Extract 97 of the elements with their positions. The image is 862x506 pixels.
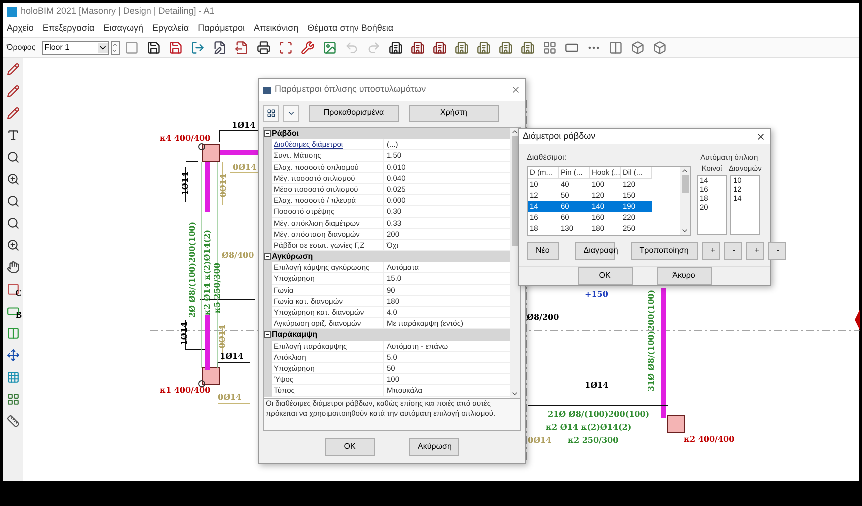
drawing-label: κ2 400/400: [684, 435, 735, 443]
floor-label: Όροφος: [7, 42, 36, 54]
menu-item[interactable]: Εργαλεία: [152, 22, 190, 36]
drawing-label: 1Ø14: [220, 352, 244, 360]
dialog-title: Διάμετροι ράβδων: [523, 130, 597, 143]
collapse-icon[interactable]: [264, 130, 271, 138]
dialog-button[interactable]: Άκυρο: [656, 267, 712, 285]
drawing-label: κ5 250/300: [213, 263, 221, 314]
available-label: Διαθέσιμοι:: [527, 152, 568, 164]
printer-icon: [256, 40, 271, 54]
redo-icon: [366, 40, 381, 54]
dialog-button[interactable]: +: [746, 242, 764, 260]
grid-icon: [6, 370, 20, 384]
drawing-label: κ2 250/300: [568, 436, 619, 444]
move-icon: [6, 348, 20, 362]
app-logo-icon: [7, 6, 17, 16]
drawing-label: 2Ø Ø8/(100)200(100): [188, 222, 196, 318]
exit-icon: [190, 40, 205, 54]
drawing-label: 31Ø Ø8/(100)200(100): [647, 290, 655, 392]
frame-icon: [278, 40, 293, 54]
scroll-down-icon[interactable]: [511, 390, 519, 398]
preset-button[interactable]: Προκαθορισμένα: [309, 104, 399, 122]
text-tool-icon: [6, 128, 20, 142]
floor-dropdown[interactable]: Floor 1: [42, 40, 109, 54]
square-icon: [124, 40, 139, 54]
scroll-up-icon[interactable]: [511, 128, 519, 136]
undo-icon: [344, 40, 359, 54]
scroll-up-icon[interactable]: [681, 167, 689, 175]
categorized-button[interactable]: [263, 104, 279, 122]
group-title: Ράβδοι: [272, 128, 300, 140]
cube-icon: [652, 40, 667, 54]
dialog-button[interactable]: +: [702, 242, 720, 260]
property-group-header[interactable]: Ράβδοι: [264, 128, 510, 140]
dialog-button[interactable]: Ακύρωση: [409, 438, 459, 456]
drawing-label: Ø8/200: [527, 313, 560, 321]
drawing-label: κ4 400/400: [160, 134, 211, 142]
drawing-label: 0Ø14: [218, 325, 226, 349]
drawing-label: κ2 Ø14 κ(2)Ø14(2): [203, 230, 211, 316]
magnifier-icon: [6, 216, 20, 230]
drawing-label: 0Ø14: [219, 174, 227, 198]
drawing-label: 1Ø14: [585, 381, 609, 389]
drawing-label: 21Ø Ø8/(100)200(100): [548, 410, 650, 418]
menu-item[interactable]: Αρχείο: [7, 22, 34, 36]
image-icon: [322, 40, 337, 54]
drawing-label: κ1 400/400: [160, 386, 211, 394]
menu-item[interactable]: Παράμετροι: [198, 22, 245, 36]
group-title: Παράκαμψη: [272, 328, 318, 341]
window-title: holoBIM 2021 [Masonry | Design | Detailing] - A1: [21, 4, 215, 18]
drawing-label: +150: [585, 290, 608, 298]
magnifier-icon: [6, 194, 20, 208]
dialog-button[interactable]: Τροποποίηση: [630, 242, 698, 260]
scroll-down-icon[interactable]: [681, 227, 689, 235]
dialog-button[interactable]: OK: [578, 267, 632, 285]
property-group-header[interactable]: Αγκύρωση: [264, 251, 510, 262]
zoom-in-icon: [6, 172, 20, 186]
preset-button[interactable]: Χρήστη: [409, 104, 499, 122]
cube-icon: [630, 40, 645, 54]
dialog-button[interactable]: OK: [325, 438, 375, 456]
zoom-in-icon: [6, 238, 20, 252]
beam-tool-button[interactable]: B: [4, 302, 22, 320]
column-beam-icon: [6, 326, 20, 340]
pencil-icon: [6, 62, 20, 76]
scrollbar[interactable]: [680, 167, 690, 235]
floor-spinner[interactable]: [110, 40, 120, 54]
property-group-header[interactable]: Παράκαμψη: [264, 329, 510, 341]
dialog-button[interactable]: Νέο: [527, 242, 559, 260]
drawing-label: 1Ø14: [181, 172, 189, 196]
dialog-button[interactable]: -: [768, 242, 786, 260]
dialog-icon: [263, 86, 271, 94]
drawing-label: 1Ø14: [232, 121, 256, 129]
close-icon[interactable]: [756, 132, 766, 142]
drawing-label: 0Ø14: [218, 393, 242, 401]
menu-item[interactable]: Επεξεργασία: [42, 22, 95, 36]
magnifier-icon: [6, 150, 20, 164]
document-arrow-icon: [234, 40, 249, 54]
group-title: Αγκύρωση: [272, 250, 314, 263]
drawing-label: 0Ø14: [233, 163, 257, 171]
menu-item[interactable]: Θέματα στην Βοήθεια: [308, 22, 394, 36]
column-tool-button[interactable]: C: [4, 280, 22, 298]
menu-item[interactable]: Εισαγωγή: [104, 22, 144, 36]
drawing-label: 1Ø14: [180, 322, 188, 346]
drawing-label: κ2 Ø14 κ(2)Ø14(2): [546, 423, 632, 431]
drawing-label: 0Ø14: [528, 436, 552, 444]
document-pen-icon: [212, 40, 227, 54]
categories-icon: [266, 108, 276, 118]
dialog-title: Παράμετροι όπλισης υποστυλωμάτων: [275, 83, 428, 96]
dropdown-arrow-icon: [98, 42, 108, 52]
drawing-label: Ø8/400: [222, 251, 254, 259]
pencil-icon: [6, 106, 20, 120]
pencil-icon: [6, 84, 20, 98]
dialog-button[interactable]: -: [724, 242, 742, 260]
panel-icon: [608, 40, 623, 54]
collapse-icon[interactable]: [264, 253, 271, 260]
hand-icon: [6, 260, 20, 274]
menu-item[interactable]: Απεικόνιση: [254, 22, 299, 36]
collapse-icon[interactable]: [264, 331, 271, 338]
wrench-icon: [300, 40, 315, 54]
